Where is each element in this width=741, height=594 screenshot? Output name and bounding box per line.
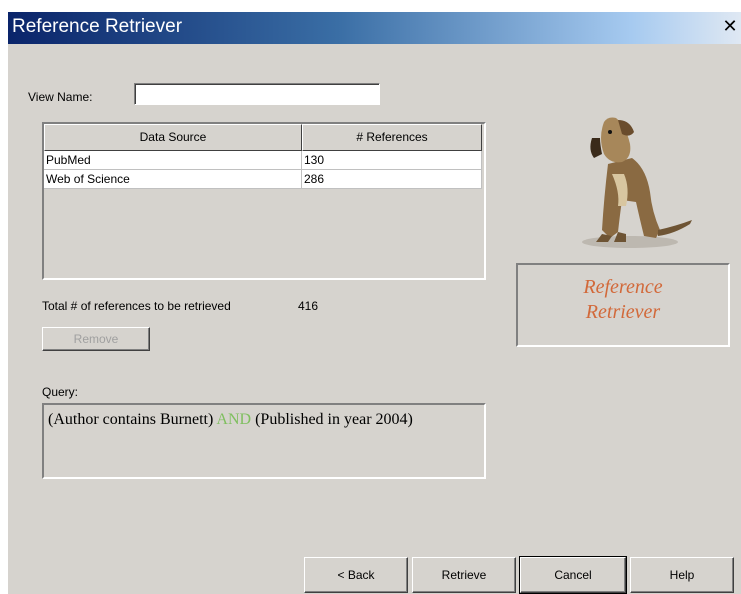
cell-references: 286 <box>302 170 482 189</box>
table-row[interactable]: Web of Science 286 <box>44 170 482 189</box>
query-operator: AND <box>216 411 252 428</box>
retrieve-button[interactable]: Retrieve <box>412 557 516 593</box>
help-button[interactable]: Help <box>630 557 734 593</box>
query-display: (Author contains Burnett) AND (Published… <box>42 403 486 479</box>
logo-line-2: Retriever <box>585 301 661 323</box>
total-references-label: Total # of references to be retrieved <box>42 299 231 313</box>
reference-retriever-logo: Reference Retriever <box>516 263 730 347</box>
view-name-label: View Name: <box>28 90 93 104</box>
dog-icon <box>582 117 692 248</box>
view-name-input[interactable] <box>134 83 380 105</box>
cell-data-source: PubMed <box>44 151 302 170</box>
total-references-value: 416 <box>298 299 319 313</box>
data-source-table: Data Source # References PubMed 130 Web … <box>42 122 486 280</box>
column-header-references[interactable]: # References <box>302 124 482 151</box>
query-text-part2: (Published in year 2004) <box>251 411 413 428</box>
close-icon[interactable]: ✕ <box>721 18 739 36</box>
query-label: Query: <box>42 385 79 399</box>
window-title: Reference Retriever <box>12 16 183 37</box>
remove-button[interactable]: Remove <box>42 327 150 351</box>
cell-data-source: Web of Science <box>44 170 302 189</box>
cancel-button[interactable]: Cancel <box>519 556 627 594</box>
title-bar[interactable]: Reference Retriever ✕ <box>8 12 741 44</box>
column-header-data-source[interactable]: Data Source <box>44 124 302 151</box>
screen-background: Reference Retriever ✕ View Name: Data So… <box>0 0 741 594</box>
table-row[interactable]: PubMed 130 <box>44 151 482 170</box>
cell-references: 130 <box>302 151 482 170</box>
reference-retriever-dialog: Reference Retriever ✕ View Name: Data So… <box>8 12 741 594</box>
query-text-part1: (Author contains Burnett) <box>48 411 217 428</box>
logo-line-1: Reference <box>583 276 663 298</box>
back-button[interactable]: < Back <box>304 557 408 593</box>
